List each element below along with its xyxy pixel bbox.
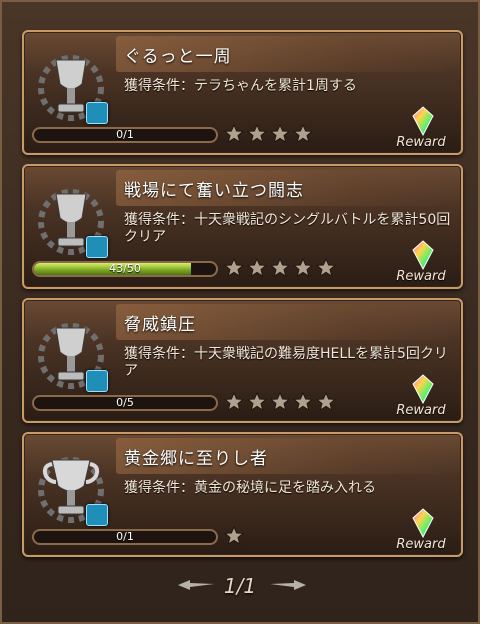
progress-text: 0/1 [116,530,134,543]
reward-label: Reward [396,403,446,418]
progress-bar: 0/1 [32,127,218,143]
crystal-icon [412,374,434,404]
star-icon [247,392,267,412]
lock-icon [86,236,108,258]
star-icon [224,526,244,546]
achievement-title: 戦場にて奮い立つ闘志 [124,181,304,201]
achievement-condition: 獲得条件：テラちゃんを累計1周する [124,78,357,94]
achievement-card[interactable]: 黄金郷に至りし者 獲得条件：黄金の秘境に足を踏み入れる 0/1 Reward [22,432,463,557]
star-icon [270,392,290,412]
rank-stars [224,526,244,548]
rank-stars [224,124,313,146]
star-icon [293,392,313,412]
star-icon [293,124,313,144]
page-indicator: 1/1 [223,574,257,598]
progress-bar: 43/50 [32,261,218,277]
crystal-icon [412,508,434,538]
achievement-card[interactable]: 脅威鎮圧 獲得条件：十天衆戦記の難易度HELLを累計5回クリア 0/5 Rewa… [22,298,463,423]
rank-stars [224,258,336,280]
star-icon [270,258,290,278]
achievement-panel: ぐるっと一周 獲得条件：テラちゃんを累計1周する 0/1 Reward 戦場にて… [0,0,480,624]
achievement-condition: 獲得条件：黄金の秘境に足を踏み入れる [124,480,376,496]
achievement-card[interactable]: 戦場にて奮い立つ闘志 獲得条件：十天衆戦記のシングルバトルを累計50回クリア 4… [22,164,463,289]
progress-text: 43/50 [109,262,141,275]
star-icon [270,124,290,144]
progress-text: 0/1 [116,128,134,141]
lock-icon [86,370,108,392]
next-page-arrow-icon[interactable] [268,578,308,592]
star-icon [224,392,244,412]
star-icon [316,392,336,412]
reward-button[interactable]: Reward [391,508,451,552]
lock-icon [86,102,108,124]
achievement-title: ぐるっと一周 [124,47,232,67]
star-icon [247,124,267,144]
reward-label: Reward [396,135,446,150]
reward-button[interactable]: Reward [391,374,451,418]
rank-stars [224,392,336,414]
reward-label: Reward [396,537,446,552]
crystal-icon [412,106,434,136]
achievement-title: 黄金郷に至りし者 [124,449,268,469]
pagination: 1/1 [2,572,478,600]
star-icon [247,258,267,278]
reward-button[interactable]: Reward [391,240,451,284]
progress-text: 0/5 [116,396,134,409]
achievement-card[interactable]: ぐるっと一周 獲得条件：テラちゃんを累計1周する 0/1 Reward [22,30,463,155]
reward-button[interactable]: Reward [391,106,451,150]
star-icon [224,124,244,144]
crystal-icon [412,240,434,270]
lock-icon [86,504,108,526]
star-icon [316,258,336,278]
reward-label: Reward [396,269,446,284]
star-icon [224,258,244,278]
star-icon [293,258,313,278]
achievement-title: 脅威鎮圧 [124,315,196,335]
progress-bar: 0/5 [32,395,218,411]
progress-bar: 0/1 [32,529,218,545]
